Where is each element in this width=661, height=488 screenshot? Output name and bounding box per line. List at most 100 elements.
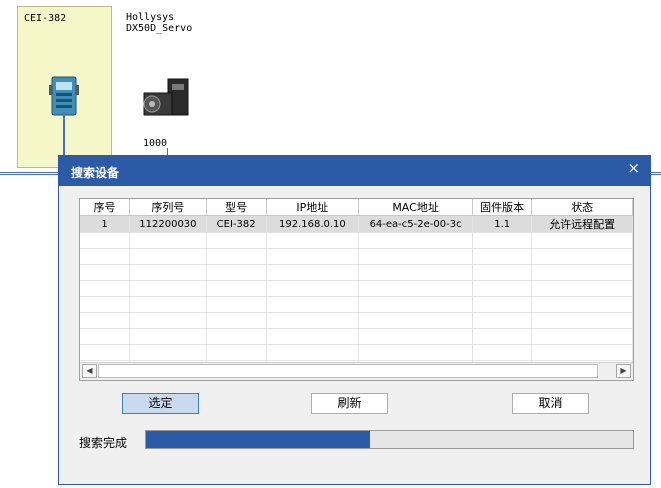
horizontal-scrollbar[interactable]: ◀ ▶ [80,362,633,380]
table-cell [80,248,131,265]
device-table: 序号 序列号 型号 IP地址 MAC地址 固件版本 状态 1 112200030 CEI-382… [79,198,634,381]
table-cell [129,328,207,345]
table-cell [129,312,207,329]
table-cell [266,248,360,265]
dialog-titlebar[interactable]: 搜索设备 × [59,156,650,186]
table-cell [358,264,473,281]
table-cell [80,280,131,297]
table-cell [472,232,533,249]
table-cell [358,232,473,249]
table-cell [531,232,633,249]
table-cell [206,232,267,249]
table-cell [472,264,533,281]
table-cell [531,312,633,329]
empty-table-row [80,312,633,329]
table-cell [80,296,131,313]
table-cell [129,232,207,249]
controller-label: CEI-382 [24,13,67,24]
table-cell: 112200030 [129,215,207,233]
table-cell [358,312,473,329]
table-cell [80,312,131,329]
empty-table-row [80,344,633,361]
scroll-left-icon[interactable]: ◀ [82,364,97,378]
table-cell [472,344,533,361]
cancel-button[interactable]: 取消 [512,393,589,414]
table-cell [206,296,267,313]
table-cell [472,328,533,345]
column-header[interactable]: 状态 [531,199,633,216]
column-header[interactable]: 型号 [206,199,267,216]
table-cell [80,232,131,249]
table-cell [472,280,533,297]
table-cell [358,328,473,345]
search-device-dialog: 搜索设备 × 序号 序列号 型号 IP地址 MAC地址 固件版本 状态 1 112200030… [58,155,651,485]
table-cell [266,344,360,361]
table-cell [358,280,473,297]
progress-fill [146,431,371,448]
select-button[interactable]: 选定 [122,393,199,414]
table-cell [266,232,360,249]
empty-table-row [80,232,633,249]
table-cell [472,312,533,329]
empty-table-row [80,280,633,297]
table-cell [206,344,267,361]
table-cell [266,312,360,329]
table-cell [531,296,633,313]
table-cell: 192.168.0.10 [266,215,360,233]
table-cell [266,328,360,345]
table-cell [531,328,633,345]
dialog-body: 序号 序列号 型号 IP地址 MAC地址 固件版本 状态 1 112200030 CEI-382… [59,186,650,484]
table-cell [531,248,633,265]
servo-model: DX50D_Servo [126,23,193,34]
refresh-button[interactable]: 刷新 [311,393,388,414]
table-cell [206,248,267,265]
scrollbar-thumb[interactable] [98,364,598,378]
column-header[interactable]: 序列号 [129,199,207,216]
table-cell [472,248,533,265]
servo-vendor: Hollysys [126,12,175,23]
empty-table-row [80,264,633,281]
table-cell [531,344,633,361]
table-cell [266,296,360,313]
table-cell: 允许远程配置 [531,215,633,233]
dialog-title: 搜索设备 [71,166,120,180]
table-cell [206,328,267,345]
table-cell [206,264,267,281]
servo-device-name: Hollysys DX50D_Servo [126,12,192,34]
column-header[interactable]: 固件版本 [472,199,533,216]
servo-address: 1000 [143,138,168,149]
table-cell [358,344,473,361]
column-header[interactable]: MAC地址 [358,199,473,216]
servo-drive-icon[interactable] [138,75,194,121]
empty-table-row [80,296,633,313]
table-cell [358,248,473,265]
scroll-right-icon[interactable]: ▶ [616,364,631,378]
search-status-label: 搜索完成 [79,436,128,450]
table-cell [129,248,207,265]
table-cell: 1 [80,215,131,233]
table-cell: 64-ea-c5-2e-00-3c [358,215,473,233]
table-cell [80,344,131,361]
table-cell [472,296,533,313]
column-header[interactable]: IP地址 [266,199,360,216]
table-cell [129,344,207,361]
table-cell [206,280,267,297]
table-cell [206,312,267,329]
column-header[interactable]: 序号 [80,199,131,216]
table-cell [129,280,207,297]
table-cell [358,296,473,313]
table-cell [80,328,131,345]
close-icon[interactable]: × [627,159,640,177]
table-cell: CEI-382 [206,215,267,233]
table-cell [129,296,207,313]
search-progress-bar [145,430,634,449]
table-cell [266,280,360,297]
empty-table-row [80,248,633,265]
table-cell [129,264,207,281]
table-cell [80,264,131,281]
table-cell: 1.1 [472,215,533,233]
table-cell [531,264,633,281]
table-cell [266,264,360,281]
empty-table-row [80,328,633,345]
table-row[interactable]: 1 112200030 CEI-382 192.168.0.10 64-ea-c5-2e… [80,215,633,233]
